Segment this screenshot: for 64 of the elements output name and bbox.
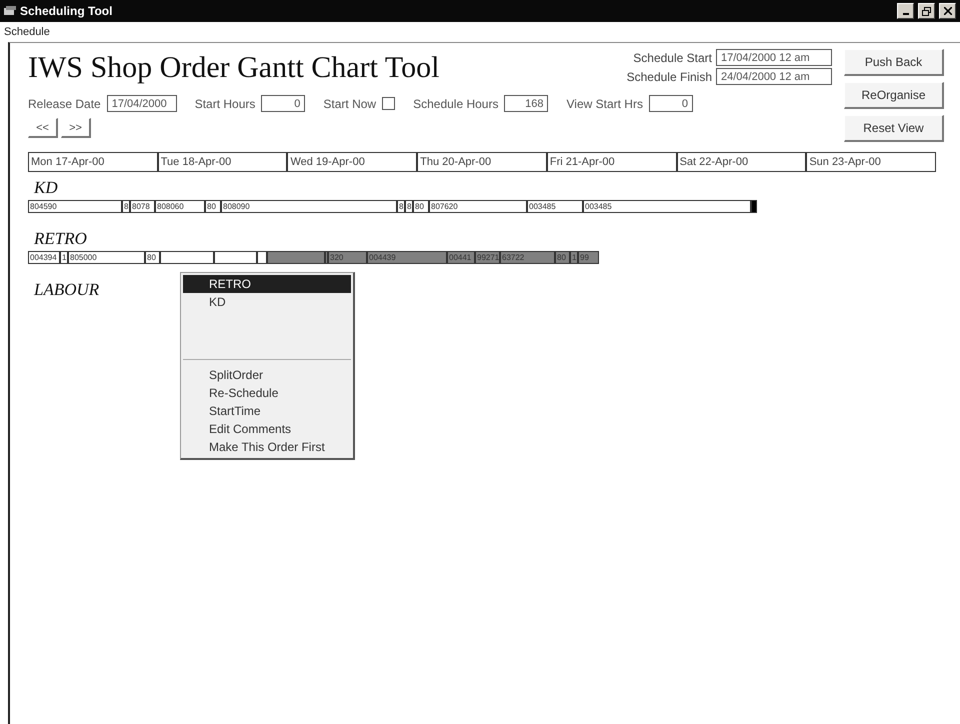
menu-item[interactable]: Make This Order First: [183, 438, 351, 456]
field-label: Schedule Start: [632, 50, 712, 64]
app-icon: [4, 6, 16, 16]
order-bar[interactable]: 003485: [527, 200, 583, 213]
day-header: Mon 17-Apr-00: [28, 152, 158, 172]
day-header: Sun 23-Apr-00: [806, 152, 936, 172]
menu-item[interactable]: KD: [183, 293, 351, 311]
input-field[interactable]: 17/04/2000 12 am: [716, 49, 832, 66]
input-field[interactable]: 17/04/2000: [106, 95, 177, 112]
order-bar[interactable]: 8: [405, 200, 413, 213]
menu-item[interactable]: Edit Comments: [183, 420, 351, 438]
field-label: Release Date: [28, 96, 101, 110]
order-bar[interactable]: 80: [413, 200, 429, 213]
group-name: RETRO: [34, 229, 87, 249]
order-bar[interactable]: 808060: [155, 200, 205, 213]
input-field[interactable]: 24/04/2000 12 am: [716, 68, 832, 85]
field-label: Start Now: [323, 96, 376, 110]
order-bar[interactable]: 80: [205, 200, 221, 213]
order-bar[interactable]: 80: [145, 251, 160, 264]
action-button[interactable]: Push Back: [844, 49, 944, 76]
nav-button[interactable]: >>: [61, 118, 91, 138]
nav-button[interactable]: <<: [28, 118, 58, 138]
day-header: Sat 22-Apr-00: [676, 152, 806, 172]
order-bar[interactable]: [257, 251, 267, 264]
order-bar[interactable]: 004394: [28, 251, 60, 264]
field-label: Start Hours: [194, 96, 256, 110]
action-button[interactable]: ReOrganise: [844, 82, 944, 109]
order-bar[interactable]: 003485: [583, 200, 751, 213]
close-button[interactable]: [939, 3, 956, 19]
input-field[interactable]: 0: [261, 95, 306, 112]
order-bar[interactable]: 8: [397, 200, 405, 213]
menu-item[interactable]: StartTime: [183, 402, 351, 420]
order-bar[interactable]: [160, 251, 214, 264]
close-icon: [944, 7, 952, 15]
day-header: Thu 20-Apr-00: [417, 152, 547, 172]
page-heading: IWS Shop Order Gantt Chart Tool: [28, 51, 440, 86]
menu-item[interactable]: Schedule: [4, 26, 50, 38]
order-bar[interactable]: 808090: [221, 200, 397, 213]
day-header: Fri 21-Apr-00: [546, 152, 677, 172]
menu-item[interactable]: Re-Schedule: [183, 384, 351, 402]
minimize-button[interactable]: [897, 3, 914, 19]
field-label: Schedule Hours: [413, 96, 498, 110]
order-bar[interactable]: 804590: [28, 200, 122, 213]
field-label: Schedule Finish: [626, 70, 712, 84]
group-name: LABOUR: [34, 280, 100, 300]
action-button[interactable]: Reset View: [844, 115, 944, 142]
group-name: KD: [34, 178, 58, 198]
checkbox[interactable]: [382, 97, 396, 110]
input-field[interactable]: 168: [504, 95, 548, 112]
menu-item[interactable]: RETRO: [183, 275, 351, 293]
input-field[interactable]: 0: [648, 95, 693, 112]
restore-icon: [922, 6, 931, 16]
order-bar[interactable]: 8078: [130, 200, 155, 213]
field-label: View Start Hrs: [566, 96, 643, 110]
day-header: Tue 18-Apr-00: [158, 152, 288, 172]
window-title: Scheduling Tool: [20, 4, 114, 18]
order-bar[interactable]: [214, 251, 257, 264]
restore-button[interactable]: [918, 3, 935, 19]
order-bar[interactable]: 8: [122, 200, 130, 213]
order-bar[interactable]: 1: [60, 251, 68, 264]
order-bar[interactable]: 805000: [68, 251, 145, 264]
order-bar[interactable]: 807620: [429, 200, 527, 213]
day-header: Wed 19-Apr-00: [287, 152, 418, 172]
menu-item[interactable]: SplitOrder: [183, 366, 351, 384]
